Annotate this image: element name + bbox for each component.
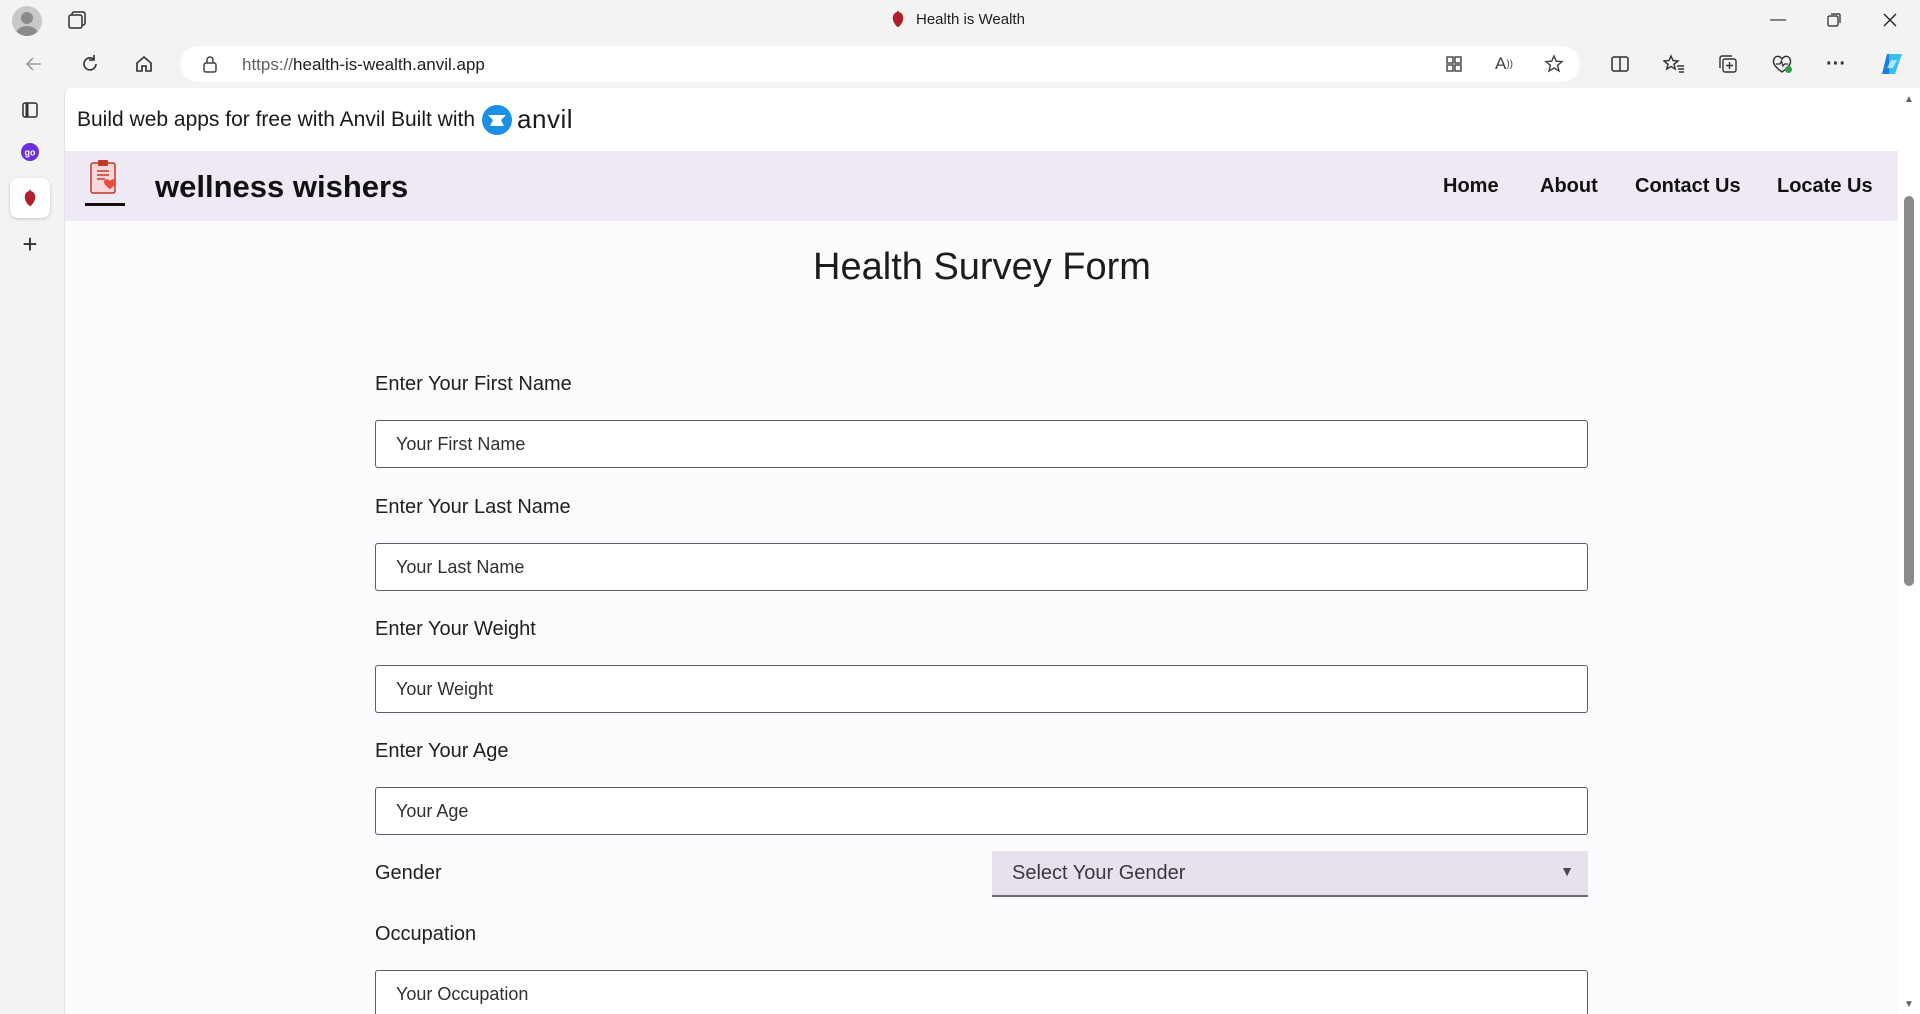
nav-link-about[interactable]: About xyxy=(1540,175,1598,198)
anvil-logo-text: anvil xyxy=(517,104,574,134)
url-scheme: https:// xyxy=(242,55,294,74)
anvil-banner[interactable]: Build web apps for free with Anvil Built… xyxy=(65,88,1898,151)
toolbar: https://health-is-wealth.anvil.app A)) ·… xyxy=(0,40,1920,88)
apps-icon[interactable] xyxy=(1442,53,1466,75)
chevron-down-icon: ▼ xyxy=(1560,863,1574,879)
app-navbar: wellness wishers Home About Contact Us L… xyxy=(65,151,1898,221)
last-name-input[interactable] xyxy=(375,543,1588,591)
lock-icon[interactable] xyxy=(202,55,218,78)
tab-title: Health is Wealth xyxy=(890,10,1025,28)
split-screen-icon[interactable] xyxy=(1602,48,1638,80)
address-bar[interactable]: https://health-is-wealth.anvil.app A)) xyxy=(180,46,1580,82)
anvil-logo-icon xyxy=(482,104,513,135)
url-host: health-is-wealth.anvil.app xyxy=(293,55,485,74)
weight-input[interactable] xyxy=(375,665,1588,713)
restore-icon[interactable] xyxy=(1806,0,1862,40)
last-name-label: Enter Your Last Name xyxy=(375,496,571,518)
weight-label: Enter Your Weight xyxy=(375,618,536,640)
age-label: Enter Your Age xyxy=(375,740,509,762)
anvil-logo[interactable]: anvil xyxy=(481,104,573,136)
banner-text: Build web apps for free with Anvil Built… xyxy=(77,107,476,131)
first-name-label: Enter Your First Name xyxy=(375,373,572,395)
copilot-icon[interactable] xyxy=(1874,48,1910,80)
heart-favicon-icon xyxy=(890,10,906,28)
clipboard-heart-logo-icon xyxy=(83,159,127,207)
occupation-input[interactable] xyxy=(375,970,1588,1014)
scroll-down-arrow-icon[interactable]: ▼ xyxy=(1904,999,1914,1010)
tab-list-icon[interactable] xyxy=(10,90,50,130)
favorite-icon[interactable] xyxy=(1542,53,1566,75)
heart-tab-icon[interactable] xyxy=(10,178,50,218)
collections-icon[interactable] xyxy=(1710,48,1746,80)
profile-icon[interactable] xyxy=(12,6,42,36)
nav-link-home[interactable]: Home xyxy=(1443,175,1499,198)
gender-select[interactable]: Select Your Gender ▼ xyxy=(992,851,1588,897)
title-bar: Health is Wealth — xyxy=(0,0,1920,40)
refresh-icon[interactable] xyxy=(72,48,108,80)
page-title: Health Survey Form xyxy=(813,246,1151,288)
read-aloud-icon[interactable]: A)) xyxy=(1492,53,1516,75)
close-icon[interactable] xyxy=(1862,0,1918,40)
page-viewport: Build web apps for free with Anvil Built… xyxy=(64,88,1898,1014)
scroll-up-arrow-icon[interactable]: ▲ xyxy=(1904,94,1914,105)
svg-text:go: go xyxy=(25,148,36,158)
occupation-label: Occupation xyxy=(375,923,477,945)
vertical-tab-strip: go + xyxy=(0,88,64,1014)
new-tab-icon[interactable]: + xyxy=(10,224,50,264)
browser-essentials-icon[interactable] xyxy=(1764,48,1800,80)
gender-label: Gender xyxy=(375,862,442,884)
first-name-input[interactable] xyxy=(375,420,1588,468)
minimize-icon[interactable]: — xyxy=(1750,0,1806,40)
nav-link-contact-us[interactable]: Contact Us xyxy=(1635,175,1741,198)
back-icon[interactable] xyxy=(16,48,52,80)
favorites-icon[interactable] xyxy=(1656,48,1692,80)
url-text[interactable]: https://health-is-wealth.anvil.app xyxy=(242,55,485,75)
home-icon[interactable] xyxy=(126,48,162,80)
brand-name[interactable]: wellness wishers xyxy=(155,169,408,205)
more-icon[interactable]: ··· xyxy=(1818,48,1854,80)
scroll-thumb[interactable] xyxy=(1904,196,1914,586)
page-scrollbar[interactable]: ▲ ▼ xyxy=(1898,88,1920,1014)
nav-link-locate-us[interactable]: Locate Us xyxy=(1777,175,1873,198)
tab-actions-icon[interactable] xyxy=(66,10,88,30)
gender-selected-value: Select Your Gender xyxy=(1012,861,1186,884)
age-input[interactable] xyxy=(375,787,1588,835)
go-icon[interactable]: go xyxy=(10,132,50,172)
tab-title-text: Health is Wealth xyxy=(916,10,1025,28)
